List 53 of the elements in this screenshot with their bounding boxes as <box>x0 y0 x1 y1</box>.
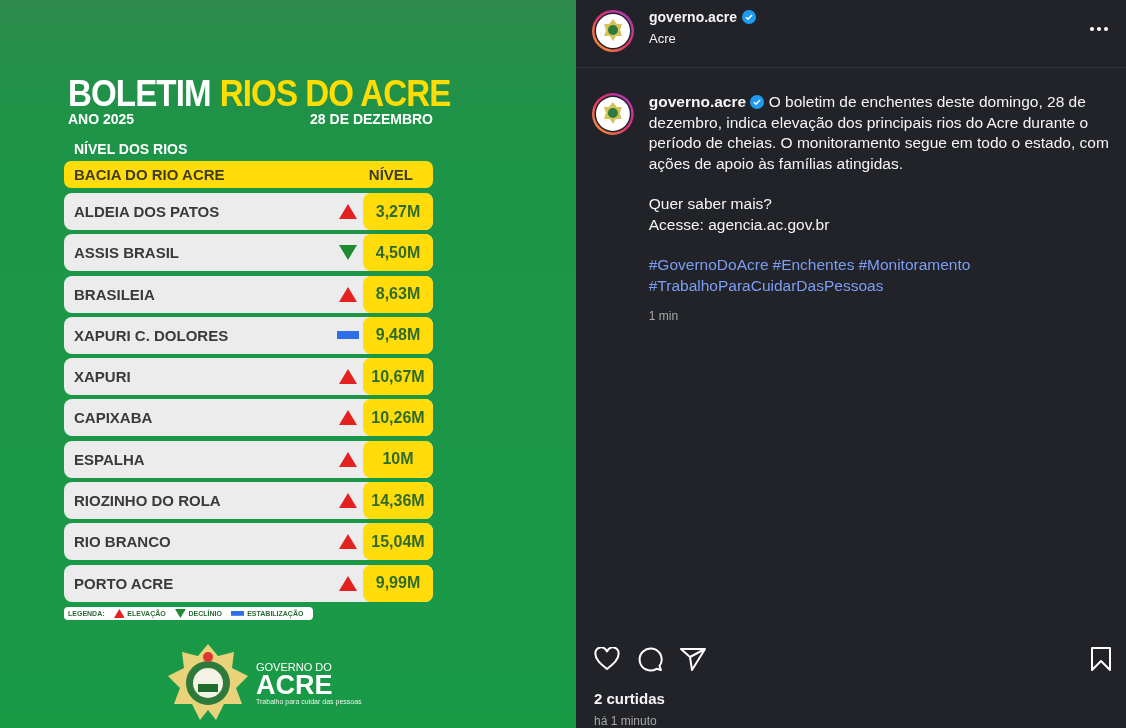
bulletin-title: BOLETIM <box>68 76 211 112</box>
paper-plane-icon <box>680 647 706 671</box>
hashtag-link[interactable]: #TrabalhoParaCuidarDasPessoas <box>648 275 884 296</box>
date-label: 28 DE DEZEMBRO <box>310 111 433 127</box>
river-level: 4,50M <box>363 234 433 272</box>
post-time: há 1 minuto <box>593 714 658 728</box>
basin-header: BACIA DO RIO ACRE <box>74 166 225 183</box>
river-level: 9,48M <box>363 316 433 354</box>
river-level: 14,36M <box>363 482 433 520</box>
river-level: 10,26M <box>363 399 433 437</box>
river-level: 10,67M <box>363 358 433 396</box>
river-name: XAPURI C. DOLORES <box>74 326 230 344</box>
hashtag-link[interactable]: #Enchentes <box>772 255 855 276</box>
avatar-icon[interactable] <box>591 92 635 136</box>
river-level: 10M <box>363 440 433 478</box>
river-name: PORTO ACRE <box>74 574 175 592</box>
bookmark-button[interactable] <box>1090 647 1112 671</box>
hashtag-link[interactable]: #GovernoDoAcre <box>648 255 769 276</box>
share-button[interactable] <box>680 647 706 671</box>
more-icon <box>1090 27 1108 31</box>
river-name: RIO BRANCO <box>74 533 172 551</box>
river-level: 9,99M <box>363 564 433 602</box>
level-header: NÍVEL <box>368 166 413 183</box>
likes-count[interactable]: 2 curtidas <box>576 690 1126 707</box>
username-link[interactable]: governo.acre <box>648 93 747 110</box>
comment-button[interactable] <box>637 646 663 672</box>
river-name: CAPIXABA <box>74 409 154 427</box>
year-label: ANO 2025 <box>68 111 135 127</box>
like-button[interactable] <box>594 647 620 671</box>
bookmark-icon <box>1090 647 1112 671</box>
river-name: ASSIS BRASIL <box>74 244 180 262</box>
location-link[interactable]: Acre <box>649 31 1072 46</box>
section-label: NÍVEL DOS RIOS <box>74 141 189 157</box>
brand-name: ACRE <box>256 672 334 698</box>
river-name: ALDEIA DOS PATOS <box>74 203 221 220</box>
caption-line: Acesse: agencia.ac.gov.br <box>648 214 831 235</box>
caption-text: governo.acre O boletim de enchentes deste domingo, 28 de dezembro, indica elevação dos principais rios do Acre durante o período de cheias. O monitoramento segue em todo o estado, com ações de apoio às famílias atingidas. <box>648 92 1110 174</box>
heart-icon <box>594 647 620 671</box>
username-link[interactable]: governo.acre <box>649 9 1072 25</box>
speech-bubble-icon <box>637 646 663 672</box>
comment-time: 1 min <box>648 308 680 325</box>
river-level: 3,27M <box>363 193 433 230</box>
caption-line: Quer saber mais? <box>648 194 773 214</box>
bulletin-subtitle: RIOS DO ACRE <box>219 76 451 112</box>
hashtag-link[interactable]: #Monitoramento <box>858 255 971 276</box>
brand-line: GOVERNO DO <box>256 660 333 673</box>
river-name: XAPURI <box>74 368 132 386</box>
river-name: RIOZINHO DO ROLA <box>74 492 222 510</box>
river-level: 8,63M <box>363 275 433 313</box>
river-name: ESPALHA <box>74 450 146 468</box>
avatar-icon[interactable] <box>591 9 635 53</box>
river-name: BRASILEIA <box>74 285 156 303</box>
river-level: 15,04M <box>363 523 433 561</box>
